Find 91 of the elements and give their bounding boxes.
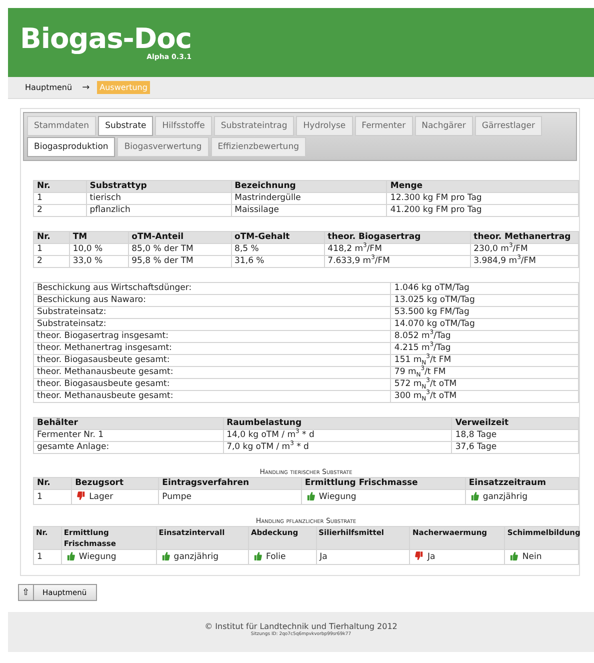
- column-header: Verweilzeit: [452, 418, 578, 430]
- table-cell: theor. Biogasertrag insgesamt:: [34, 330, 391, 342]
- table-cell: 79 m$_{N}$$^{3}$/t FM: [390, 366, 578, 378]
- tab[interactable]: Substrateintrag: [214, 116, 294, 136]
- table-cell-text: 1: [37, 492, 42, 502]
- column-header: Behälter: [34, 418, 224, 430]
- table-cell-text: 1: [37, 552, 42, 562]
- table-cell: 10,0 %: [69, 244, 128, 256]
- table-cell: theor. Biogasausbeute gesamt:: [34, 378, 391, 390]
- table-cell: 12.300 kg FM pro Tag: [386, 192, 578, 204]
- table-cell: gesamte Anlage:: [34, 442, 224, 454]
- tab[interactable]: Effizienzbewertung: [210, 137, 306, 157]
- table-cell-text: Ja: [427, 552, 436, 562]
- table-cell: 41.200 kg FM pro Tag: [386, 204, 578, 216]
- column-header: Substrattyp: [86, 180, 232, 192]
- column-header: Bezugsort: [72, 478, 159, 490]
- table-cell: 4.215 m$^{3}$/Tag: [390, 342, 578, 354]
- table-cell-text: ganzjährig: [482, 492, 528, 502]
- table-cell: 2: [34, 256, 70, 268]
- table-cell: 53.500 kg FM/Tag: [390, 306, 578, 318]
- column-header: Nr.: [34, 232, 70, 244]
- tab[interactable]: Hydrolyse: [296, 116, 353, 136]
- column-header: oTM-Gehalt: [231, 232, 324, 244]
- column-header: Bezeichnung: [231, 180, 387, 192]
- table-cell: Mastrindergülle: [231, 192, 387, 204]
- column-header: Raumbelastung: [223, 418, 452, 430]
- table-cell: 95,8 % der TM: [128, 256, 232, 268]
- tab[interactable]: Hilfsstoffe: [155, 116, 212, 136]
- table-cell: 151 m$_{N}$$^{3}$/t FM: [390, 354, 578, 366]
- table-cell: pflanzlich: [86, 204, 232, 216]
- copyright-text: © Institut für Landtechnik und Tierhaltung 2012: [204, 622, 398, 631]
- table-cell: 7,0 kg oTM / m$^{3}$ * d: [223, 442, 452, 454]
- table-cell: 7.633,9 m$^{3}$/FM: [324, 256, 470, 268]
- table-cell-text: Nein: [522, 552, 542, 562]
- table-cell: 1: [34, 192, 86, 204]
- column-header: theor. Biogasertrag: [324, 232, 470, 244]
- tab[interactable]: Nachgärer: [414, 116, 473, 136]
- table-cell: Maissilage: [231, 204, 387, 216]
- table-cell: 33,0 %: [69, 256, 128, 268]
- table-cell: 31,6 %: [231, 256, 324, 268]
- table-cell: 8,5 %: [231, 244, 324, 256]
- tab[interactable]: Fermenter: [354, 116, 413, 136]
- table-cell: 3.984,9 m$^{3}$/FM: [470, 256, 578, 268]
- breadcrumb-link[interactable]: Hauptmenü: [22, 81, 76, 94]
- table-cell: theor. Methanertrag insgesamt:: [34, 342, 391, 354]
- table-cell: 418,2 m$^{3}$/FM: [324, 244, 470, 256]
- column-header: Einsatzzeitraum: [465, 478, 578, 490]
- app-title: Biogas-Doc: [20, 24, 192, 52]
- table-cell: Fermenter Nr. 1: [34, 430, 224, 442]
- table-cell: Beschickung aus Wirtschaftsdünger:: [34, 282, 391, 294]
- breadcrumb-arrow: →: [82, 82, 90, 92]
- table-cell: Beschickung aus Nawaro:: [34, 294, 391, 306]
- tab[interactable]: Biogasverwertung: [117, 137, 209, 157]
- column-header: TM: [69, 232, 128, 244]
- table-cell: 1.046 kg oTM/Tag: [390, 282, 578, 294]
- table-cell-text: Ja: [320, 552, 328, 562]
- table-cell-text: Folie: [266, 552, 286, 562]
- tab[interactable]: Stammdaten: [27, 116, 96, 136]
- tab[interactable]: Substrate: [98, 116, 154, 136]
- table-cell: 1: [34, 244, 70, 256]
- table-cell: 8.052 m$^{3}$/Tag: [390, 330, 578, 342]
- column-header: Nr.: [34, 180, 86, 192]
- column-header: oTM-Anteil: [128, 232, 232, 244]
- table-cell: 13.025 kg oTM/Tag: [390, 294, 578, 306]
- table-cell: 230,0 m$^{3}$/FM: [470, 244, 578, 256]
- column-header: Menge: [386, 180, 578, 192]
- table-cell: Substrateinsatz:: [34, 318, 391, 330]
- table-cell-text: ganzjährig: [174, 552, 218, 562]
- table-cell-text: Wiegung: [78, 552, 116, 562]
- table-cell: 300 m$_{N}$$^{3}$/t oTM: [390, 390, 578, 402]
- table-cell-text: Wiegung: [318, 492, 356, 502]
- column-header: Nr.: [34, 478, 72, 490]
- table-cell: 85,0 % der TM: [128, 244, 232, 256]
- table-cell-text: Lager: [89, 492, 114, 502]
- column-header: Ermittlung Frischmasse: [301, 478, 466, 490]
- table-cell: 572 m$_{N}$$^{3}$/t oTM: [390, 378, 578, 390]
- table-cell: Substrateinsatz:: [34, 306, 391, 318]
- table-cell: 2: [34, 204, 86, 216]
- column-header: theor. Methanertrag: [470, 232, 578, 244]
- table-cell-text: Pumpe: [162, 492, 192, 502]
- tab[interactable]: Gärrestlager: [474, 116, 542, 136]
- table-cell: 18,8 Tage: [452, 430, 578, 442]
- column-header: Eintragsverfahren: [158, 478, 302, 490]
- table-cell: theor. Biogasausbeute gesamt:: [34, 354, 391, 366]
- table-cell: 14.070 kg oTM/Tag: [390, 318, 578, 330]
- table-cell: 37,6 Tage: [452, 442, 578, 454]
- table-cell: tierisch: [86, 192, 232, 204]
- table-cell: theor. Methanausbeute gesamt:: [34, 390, 391, 402]
- tab[interactable]: Biogasproduktion: [27, 137, 116, 157]
- table-cell: 14,0 kg oTM / m$^{3}$ * d: [223, 430, 452, 442]
- table-cell: theor. Methanausbeute gesamt:: [34, 366, 391, 378]
